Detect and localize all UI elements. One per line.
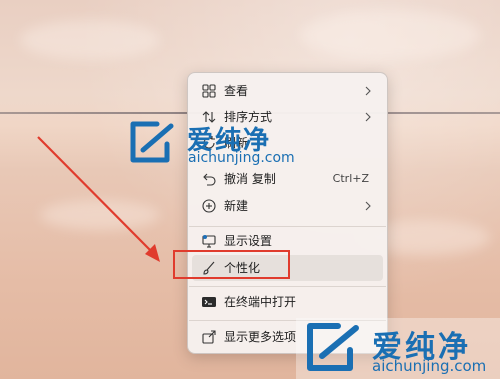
highlight-box	[173, 250, 290, 279]
watermark-url: aichunjing.com	[372, 357, 487, 375]
cloud-decoration	[40, 200, 160, 230]
chevron-right-icon	[365, 86, 371, 96]
cloud-decoration	[300, 10, 480, 60]
plus-circle-icon	[202, 199, 216, 213]
menu-separator	[189, 286, 386, 287]
grid-icon	[202, 84, 216, 98]
undo-icon	[203, 173, 216, 186]
watermark-logo-icon	[307, 323, 359, 371]
menu-separator	[189, 226, 386, 227]
watermark-url: aichunjing.com	[188, 150, 295, 166]
chevron-right-icon	[365, 112, 371, 122]
chevron-right-icon	[365, 201, 371, 211]
menu-item-label: 显示更多选项	[224, 330, 297, 344]
desktop-context-menu: 查看 排序方式 刷新 撤消 复制 Ctrl+Z 新建 显示设置 个性化 在终端中…	[187, 72, 388, 354]
menu-item-label: 撤消 复制	[224, 172, 276, 186]
menu-item-open-terminal[interactable]: 在终端中打开	[192, 289, 383, 315]
menu-item-label: 查看	[224, 84, 249, 98]
menu-item-label: 在终端中打开	[224, 295, 297, 309]
terminal-icon	[202, 297, 216, 307]
menu-item-label: 新建	[224, 199, 249, 213]
menu-item-shortcut: Ctrl+Z	[332, 172, 369, 185]
watermark-logo-icon	[130, 121, 174, 163]
menu-item-new[interactable]: 新建	[192, 193, 383, 219]
menu-item-label: 显示设置	[224, 234, 273, 248]
menu-item-view[interactable]: 查看	[192, 78, 383, 104]
menu-item-undo[interactable]: 撤消 复制 Ctrl+Z	[192, 166, 383, 192]
monitor-icon	[202, 235, 216, 248]
cloud-decoration	[20, 20, 160, 60]
share-icon	[202, 330, 216, 344]
